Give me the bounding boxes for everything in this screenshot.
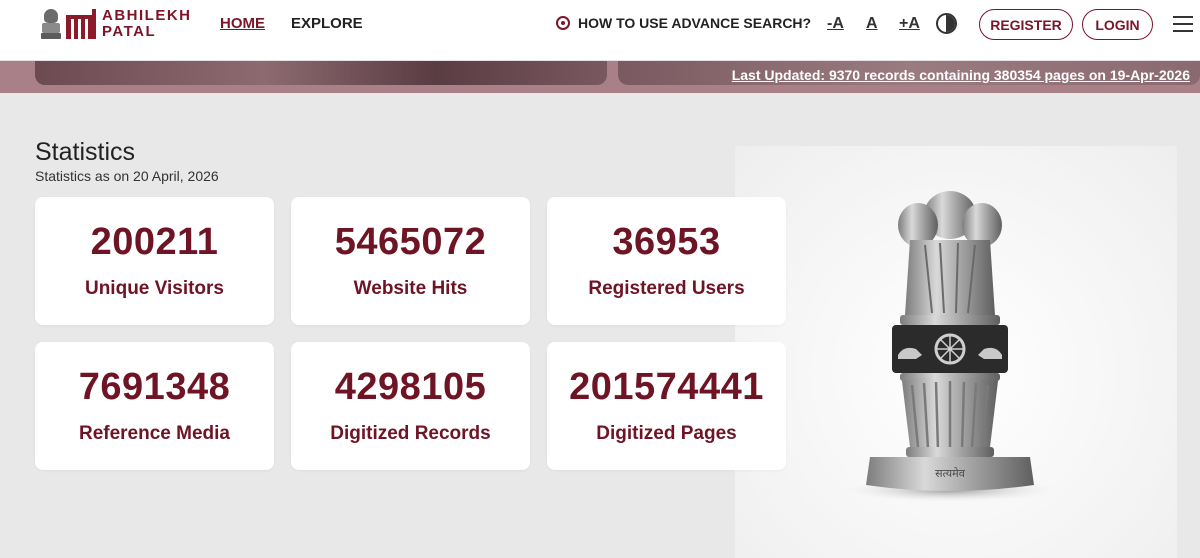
nav-explore-link[interactable]: EXPLORE	[291, 15, 363, 32]
login-button[interactable]: LOGIN	[1082, 9, 1153, 40]
top-header: ABHILEKH PATAL HOME EXPLORE HOW TO USE A…	[0, 0, 1200, 61]
stat-card-digitized-pages: 201574441 Digitized Pages	[547, 342, 786, 470]
stat-value: 5465072	[334, 221, 487, 263]
advance-search-help-link[interactable]: HOW TO USE ADVANCE SEARCH?	[556, 15, 811, 31]
logo-line-1: ABHILEKH	[102, 7, 192, 24]
stat-card-reference-media: 7691348 Reference Media	[35, 342, 274, 470]
site-logo[interactable]: ABHILEKH PATAL	[40, 7, 192, 41]
statistics-subtitle-prefix: Statistics as on	[35, 168, 134, 184]
stat-label: Digitized Pages	[596, 423, 737, 444]
last-updated-link[interactable]: Last Updated: 9370 records containing 38…	[732, 67, 1190, 83]
contrast-toggle-icon[interactable]	[936, 13, 957, 34]
register-button[interactable]: REGISTER	[979, 9, 1073, 40]
stat-value: 36953	[612, 221, 721, 263]
stat-label: Website Hits	[353, 278, 468, 299]
stat-card-digitized-records: 4298105 Digitized Records	[291, 342, 530, 470]
lightbulb-icon	[556, 16, 570, 30]
stat-value: 201574441	[569, 366, 764, 408]
stat-value: 4298105	[334, 366, 487, 408]
national-emblem-icon	[40, 7, 62, 41]
hamburger-menu-icon[interactable]	[1173, 16, 1193, 32]
stat-card-unique-visitors: 200211 Unique Visitors	[35, 197, 274, 325]
statistics-subtitle-year: 2026	[187, 168, 219, 184]
stat-card-registered-users: 36953 Registered Users	[547, 197, 786, 325]
statistics-title: Statistics	[35, 138, 136, 166]
statistics-subtitle-day: 20	[133, 168, 149, 184]
advance-search-help-label: HOW TO USE ADVANCE SEARCH?	[578, 15, 812, 31]
stat-value: 7691348	[78, 366, 231, 408]
nav-home-link[interactable]: HOME	[220, 15, 265, 32]
statistics-subtitle: Statistics as on 20 April, 2026	[35, 168, 219, 184]
stat-label: Digitized Records	[330, 423, 491, 444]
statistics-subtitle-month: April,	[148, 168, 188, 184]
logo-line-2: PATAL	[102, 23, 157, 40]
lion-capital-emblem-image: सत्यमेव	[845, 191, 1055, 502]
font-increase-button[interactable]: +A	[899, 15, 920, 33]
font-decrease-button[interactable]: -A	[827, 15, 844, 33]
stat-label: Reference Media	[78, 423, 230, 444]
stat-value: 200211	[90, 221, 219, 263]
stat-label: Registered Users	[588, 278, 745, 299]
logo-text: ABHILEKH PATAL	[102, 8, 192, 40]
stat-card-website-hits: 5465072 Website Hits	[291, 197, 530, 325]
banner-image-left	[35, 61, 607, 85]
stat-label: Unique Visitors	[84, 278, 224, 299]
font-normal-button[interactable]: A	[866, 15, 878, 33]
hero-banner-strip: Last Updated: 9370 records containing 38…	[0, 61, 1200, 93]
emblem-base-inscription: सत्यमेव	[935, 467, 966, 480]
abhilekh-logo-icon	[66, 9, 96, 39]
